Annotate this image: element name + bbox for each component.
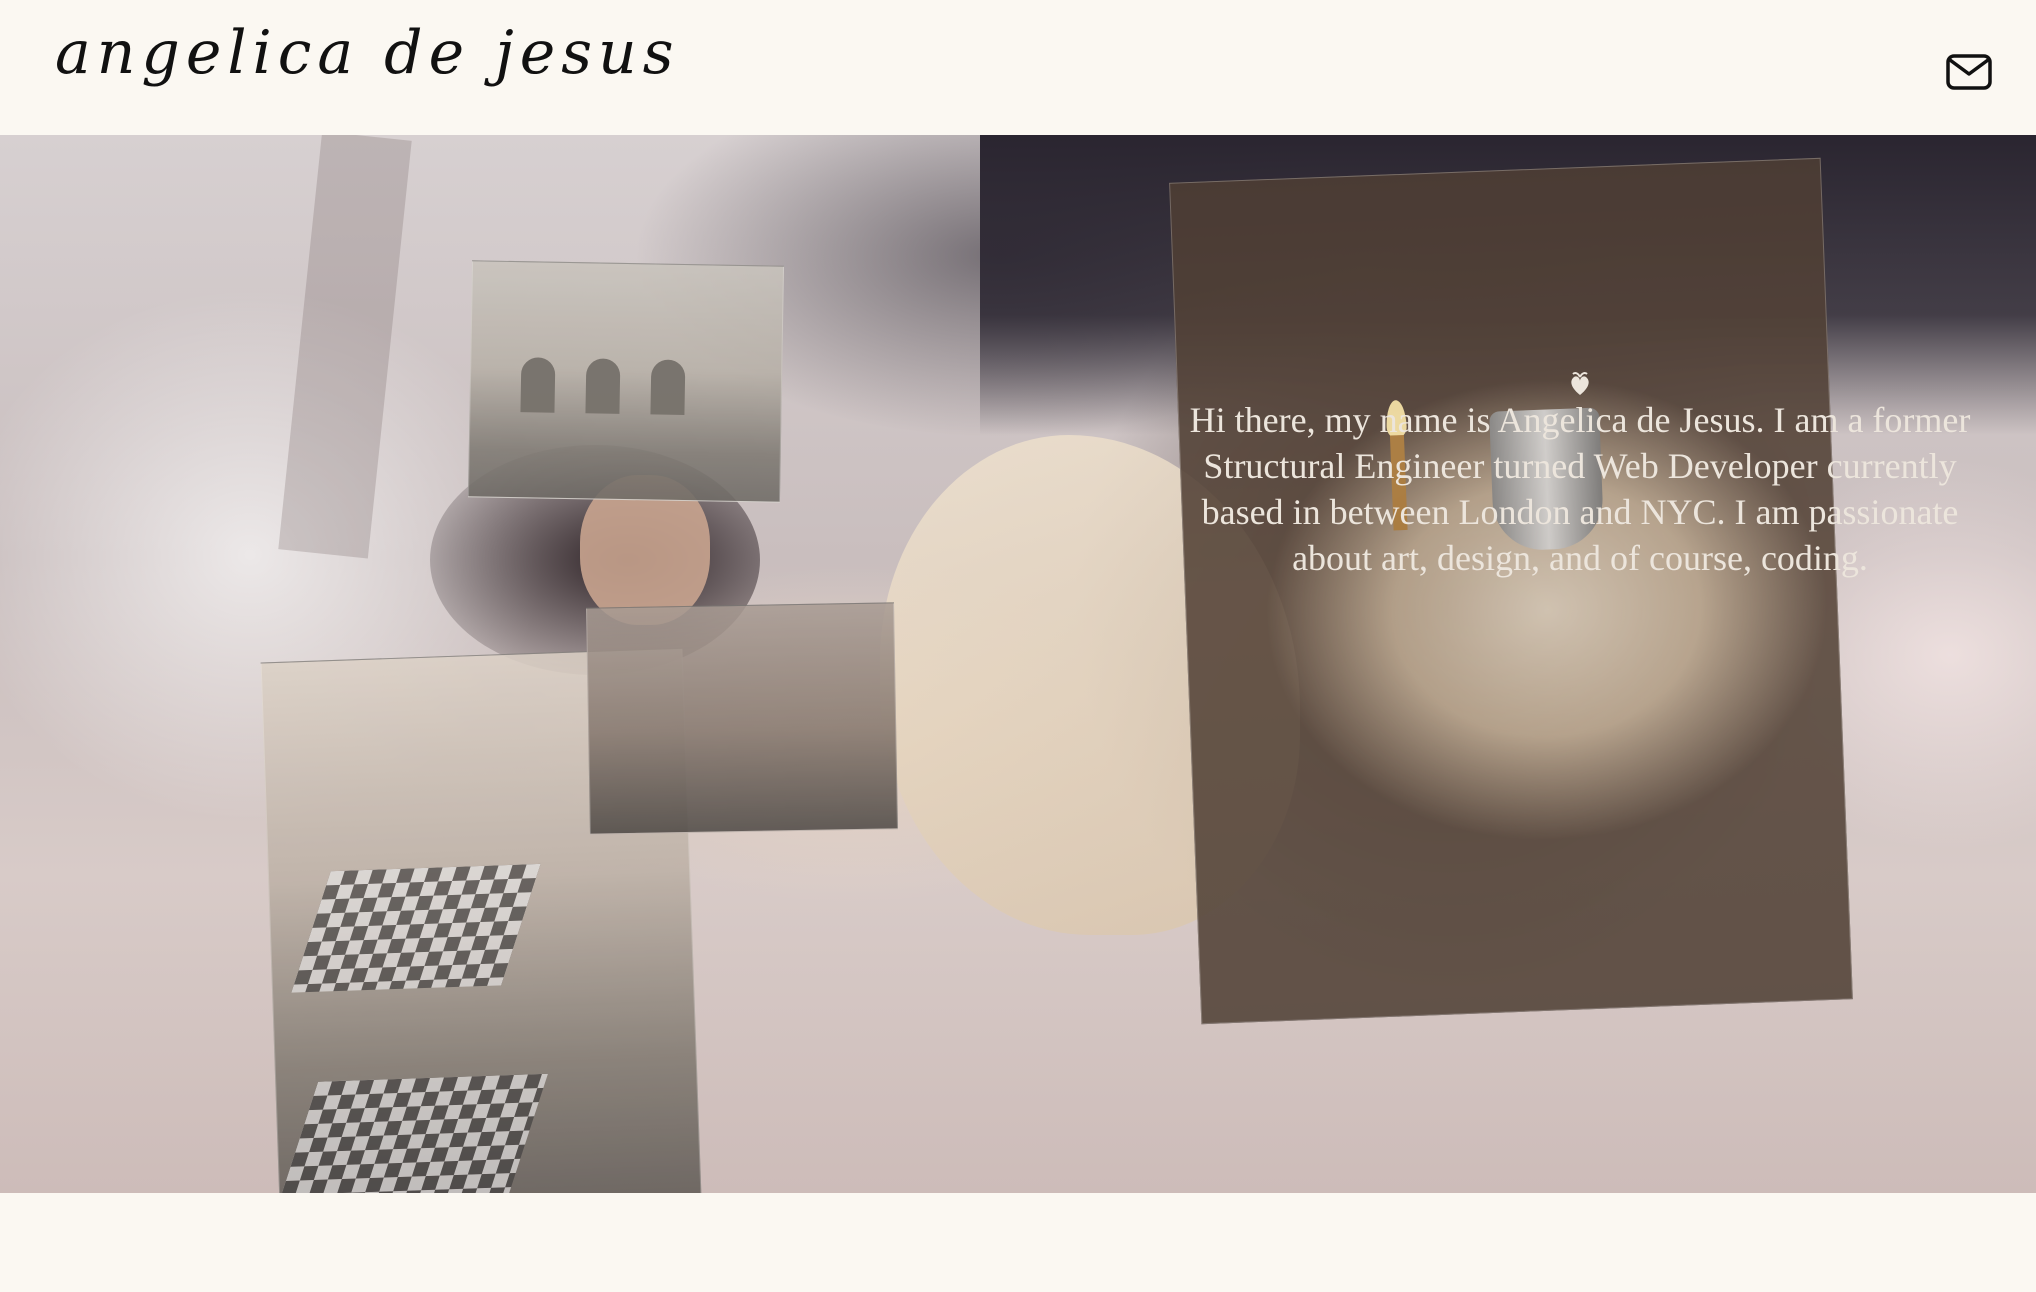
about-section: Hi there, my name is Angelica de Jesus. …	[1170, 363, 1990, 581]
flourish-icon	[1565, 363, 1595, 395]
mail-icon[interactable]	[1945, 52, 1993, 92]
site-logo[interactable]: angelica de jesus	[55, 18, 679, 88]
background-shadow	[278, 135, 412, 559]
collage-photo-building	[467, 260, 785, 503]
site-header: angelica de jesus	[0, 0, 2036, 135]
about-text: Hi there, my name is Angelica de Jesus. …	[1189, 400, 1971, 578]
collage-photo-sand-tray	[1169, 157, 1853, 1025]
hero-background: Hi there, my name is Angelica de Jesus. …	[0, 135, 2036, 1193]
collage-photo-courtyard	[586, 602, 898, 835]
